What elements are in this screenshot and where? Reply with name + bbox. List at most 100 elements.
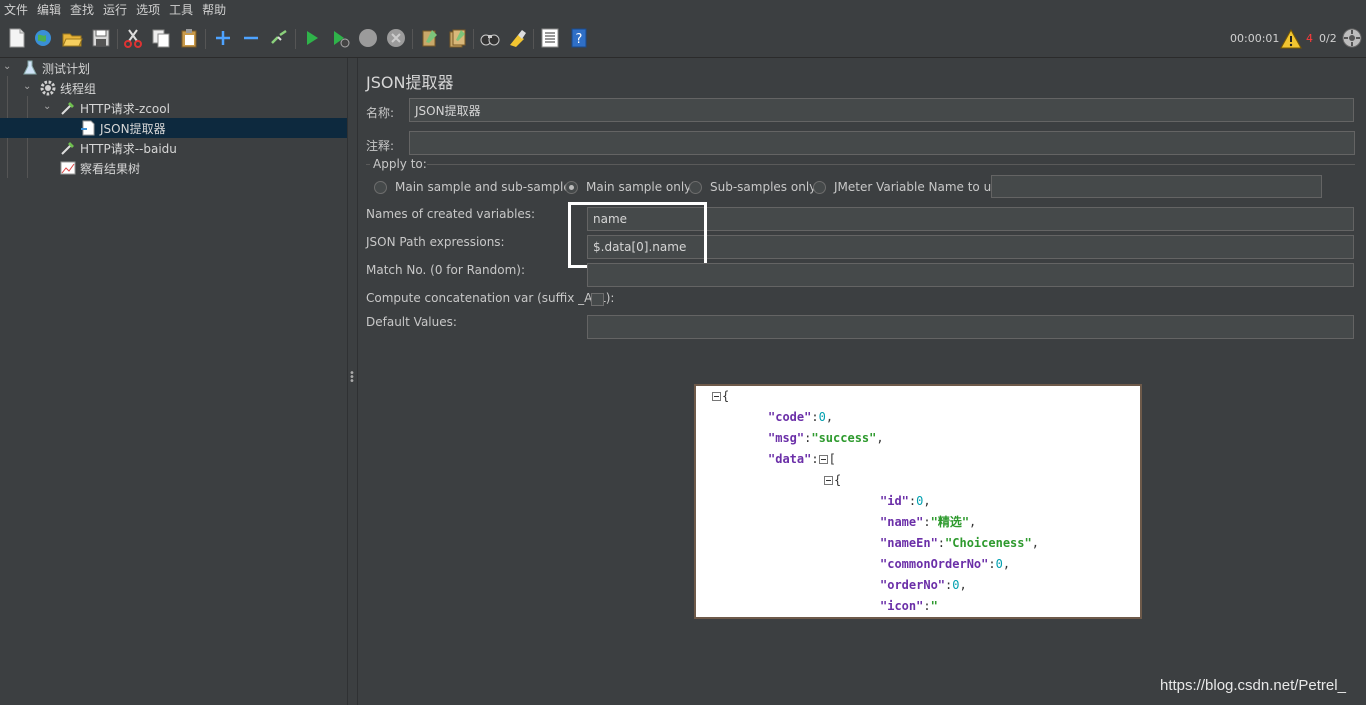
json-line: "icon":" — [880, 599, 938, 613]
match-no-label: Match No. (0 for Random): — [366, 263, 526, 277]
clear-all-icon[interactable] — [446, 27, 468, 49]
json-line: "id":0, — [880, 494, 931, 508]
new-icon[interactable] — [6, 27, 28, 49]
watermark: https://blog.csdn.net/Petrel_ — [1160, 677, 1346, 694]
json-line: { — [824, 472, 841, 488]
json-line: { — [712, 388, 729, 404]
copy-icon[interactable] — [150, 27, 172, 49]
apply-option-label: Main sample and sub-samples — [395, 180, 577, 194]
group-border — [366, 164, 370, 165]
warning-icon[interactable] — [1280, 28, 1302, 50]
menu-bar: 文件 编辑 查找 运行 选项 工具 帮助 — [0, 0, 1366, 21]
apply-option-label: Main sample only — [586, 180, 692, 194]
save-icon[interactable] — [90, 27, 112, 49]
gear-icon — [40, 80, 56, 96]
test-plan-icon — [22, 60, 38, 76]
apply-jmeter-var-radio[interactable] — [813, 181, 826, 194]
default-values-field[interactable] — [587, 315, 1354, 339]
tree-item-label: HTTP请求--baidu — [80, 141, 177, 156]
highlight-box — [568, 202, 707, 268]
json-line: "name":"精选", — [880, 515, 977, 529]
name-value: JSON提取器 — [415, 103, 481, 118]
sampler-pipette-icon — [60, 100, 76, 116]
apply-main-only-radio[interactable] — [565, 181, 578, 194]
tree-item-label: 察看结果树 — [80, 161, 141, 176]
jmeter-variable-field[interactable] — [991, 175, 1322, 198]
reset-search-icon[interactable] — [506, 27, 528, 49]
expand-icon[interactable] — [212, 27, 234, 49]
cut-icon[interactable] — [122, 27, 144, 49]
start-icon[interactable] — [301, 27, 323, 49]
fold-icon — [712, 392, 721, 401]
function-helper-icon[interactable] — [539, 27, 561, 49]
json-line: "orderNo":0, — [880, 578, 967, 592]
apply-option-label: JMeter Variable Name to use — [834, 180, 1005, 194]
apply-sub-only-radio[interactable] — [689, 181, 702, 194]
fold-icon — [818, 455, 828, 464]
collapse-icon[interactable] — [240, 27, 262, 49]
match-no-field[interactable] — [587, 263, 1354, 287]
json-line: "commonOrderNo":0, — [880, 557, 1011, 571]
shutdown-icon[interactable] — [385, 27, 407, 49]
menu-run[interactable]: 运行 — [99, 0, 132, 21]
status-indicator-icon — [1341, 27, 1363, 49]
tree-item-http-zcool[interactable]: HTTP请求-zcool — [60, 98, 170, 118]
name-label: 名称: — [366, 106, 395, 120]
toggle-icon[interactable] — [268, 27, 290, 49]
name-field[interactable]: JSON提取器 — [409, 98, 1354, 122]
tree-item-http-baidu[interactable]: HTTP请求--baidu — [60, 138, 177, 158]
splitter-grip-icon[interactable]: • • • — [349, 369, 355, 387]
clear-icon[interactable] — [418, 27, 440, 49]
concat-checkbox[interactable] — [591, 293, 604, 306]
expand-arrow-icon[interactable]: ⌄ — [23, 82, 33, 92]
menu-tools[interactable]: 工具 — [165, 0, 198, 21]
tree-item-label: JSON提取器 — [100, 121, 166, 136]
jsonpath-label: JSON Path expressions: — [366, 235, 505, 249]
paste-icon[interactable] — [178, 27, 200, 49]
menu-help[interactable]: 帮助 — [198, 0, 231, 21]
tree-item-view-results-tree[interactable]: 察看结果树 — [60, 158, 140, 178]
menu-file[interactable]: 文件 — [0, 0, 33, 21]
templates-icon[interactable] — [32, 27, 54, 49]
tree-item-label: HTTP请求-zcool — [80, 101, 170, 116]
open-icon[interactable] — [61, 27, 83, 49]
start-no-pause-icon[interactable] — [329, 27, 351, 49]
stop-icon[interactable] — [357, 27, 379, 49]
error-count: 4 — [1306, 32, 1313, 45]
apply-to-label: Apply to: — [373, 157, 427, 171]
names-label: Names of created variables: — [366, 207, 536, 221]
tree-item-thread-group[interactable]: 线程组 — [40, 78, 96, 98]
expand-arrow-icon[interactable]: ⌄ — [3, 62, 13, 72]
json-line: "data":[ — [768, 452, 836, 466]
group-border — [427, 164, 1355, 165]
apply-option-label: Sub-samples only — [710, 180, 817, 194]
menu-search[interactable]: 查找 — [66, 0, 99, 21]
comment-field[interactable] — [409, 131, 1355, 155]
listener-chart-icon — [60, 160, 76, 176]
test-plan-tree: ⌄ 测试计划 ⌄ 线程组 ⌄ HTTP请求-zcool JSON提取器 HTTP… — [0, 58, 347, 705]
elapsed-timer: 00:00:01 — [1230, 32, 1280, 45]
active-threads: 0/2 — [1319, 32, 1337, 45]
help-icon[interactable]: ? — [568, 27, 590, 49]
tree-item-label: 测试计划 — [42, 61, 91, 76]
json-line: "nameEn":"Choiceness", — [880, 536, 1039, 550]
menu-edit[interactable]: 编辑 — [33, 0, 66, 21]
tree-item-label: 线程组 — [60, 81, 97, 96]
comment-label: 注释: — [366, 139, 395, 153]
search-icon[interactable] — [479, 27, 501, 49]
json-response-preview: { "code":0, "msg":"success", "data":[ { … — [696, 386, 1140, 617]
json-line: "code":0, — [768, 410, 834, 424]
menu-options[interactable]: 选项 — [132, 0, 165, 21]
tree-item-test-plan[interactable]: 测试计划 — [22, 58, 90, 78]
json-line: "msg":"success", — [768, 431, 884, 445]
apply-main-and-sub-radio[interactable] — [374, 181, 387, 194]
page-title: JSON提取器 — [366, 73, 454, 92]
extractor-icon — [80, 120, 96, 136]
expand-arrow-icon[interactable]: ⌄ — [43, 102, 53, 112]
concat-label: Compute concatenation var (suffix _ALL): — [366, 291, 615, 305]
sampler-pipette-icon — [60, 140, 76, 156]
default-values-label: Default Values: — [366, 315, 457, 329]
svg-text:?: ? — [576, 32, 583, 47]
fold-icon — [824, 476, 833, 485]
tree-item-json-extractor[interactable]: JSON提取器 — [0, 118, 347, 138]
